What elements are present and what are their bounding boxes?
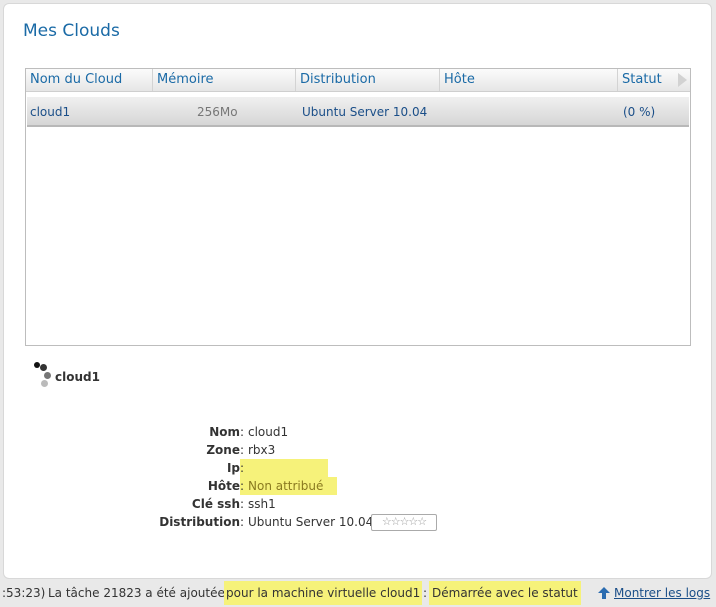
cell-distribution: Ubuntu Server 10.04	[302, 105, 428, 119]
loading-spinner-icon	[32, 360, 52, 390]
column-header-host[interactable]: Hôte	[440, 69, 618, 91]
cell-status: (0 %)	[623, 105, 656, 119]
detail-label: Hôte	[207, 479, 240, 493]
status-state: Démarrée avec le statut	[429, 581, 581, 605]
status-time: :53:23)	[2, 586, 46, 600]
detail-row-hote: Hôte : Non attribué	[130, 477, 450, 495]
detail-row-ssh: Clé ssh : ssh1	[191, 497, 276, 511]
column-header-memory[interactable]: Mémoire	[153, 69, 296, 91]
status-colon: :	[423, 586, 428, 600]
detail-label: Clé ssh	[191, 497, 240, 511]
column-header-name[interactable]: Nom du Cloud	[26, 69, 153, 91]
detail-row-nom: Nom : cloud1	[209, 425, 289, 439]
grid-header: Nom du Cloud Mémoire Distribution Hôte S…	[26, 69, 690, 92]
detail-label: Zone	[206, 443, 240, 457]
column-header-distribution[interactable]: Distribution	[296, 69, 440, 91]
detail-row-ip: Ip :	[130, 459, 450, 477]
status-target: pour la machine virtuelle cloud1	[224, 581, 423, 605]
detail-value: Non attribué	[248, 479, 324, 493]
vm-name: cloud1	[55, 370, 100, 384]
cell-memory: 256Mo	[197, 105, 238, 119]
detail-row-zone: Zone : rbx3	[206, 443, 276, 457]
status-bar: :53:23) La tâche 21823 a été ajoutée pou…	[0, 581, 716, 605]
detail-label: Ip	[226, 461, 240, 475]
rating-stars-icon[interactable]: ☆☆☆☆☆	[371, 514, 437, 531]
clouds-grid: Nom du Cloud Mémoire Distribution Hôte S…	[25, 68, 691, 346]
scroll-right-icon[interactable]	[678, 73, 687, 87]
table-row[interactable]: cloud1 256Mo Ubuntu Server 10.04 (0 %)	[27, 97, 689, 127]
arrow-up-icon	[598, 587, 610, 599]
show-logs-link[interactable]: Montrer les logs	[598, 581, 711, 605]
detail-label: Distribution	[159, 515, 240, 529]
show-logs-label: Montrer les logs	[614, 586, 711, 600]
detail-value: Ubuntu Server 10.04	[248, 515, 374, 529]
detail-value: ssh1	[248, 497, 276, 511]
status-task: La tâche 21823 a été ajoutée	[48, 586, 225, 600]
detail-label: Nom	[209, 425, 240, 439]
detail-value: cloud1	[248, 425, 289, 439]
detail-value: rbx3	[248, 443, 276, 457]
cell-name: cloud1	[30, 105, 71, 119]
page-title: Mes Clouds	[23, 21, 120, 41]
detail-row-distribution: Distribution : Ubuntu Server 10.04 ☆☆☆☆☆	[130, 513, 450, 531]
